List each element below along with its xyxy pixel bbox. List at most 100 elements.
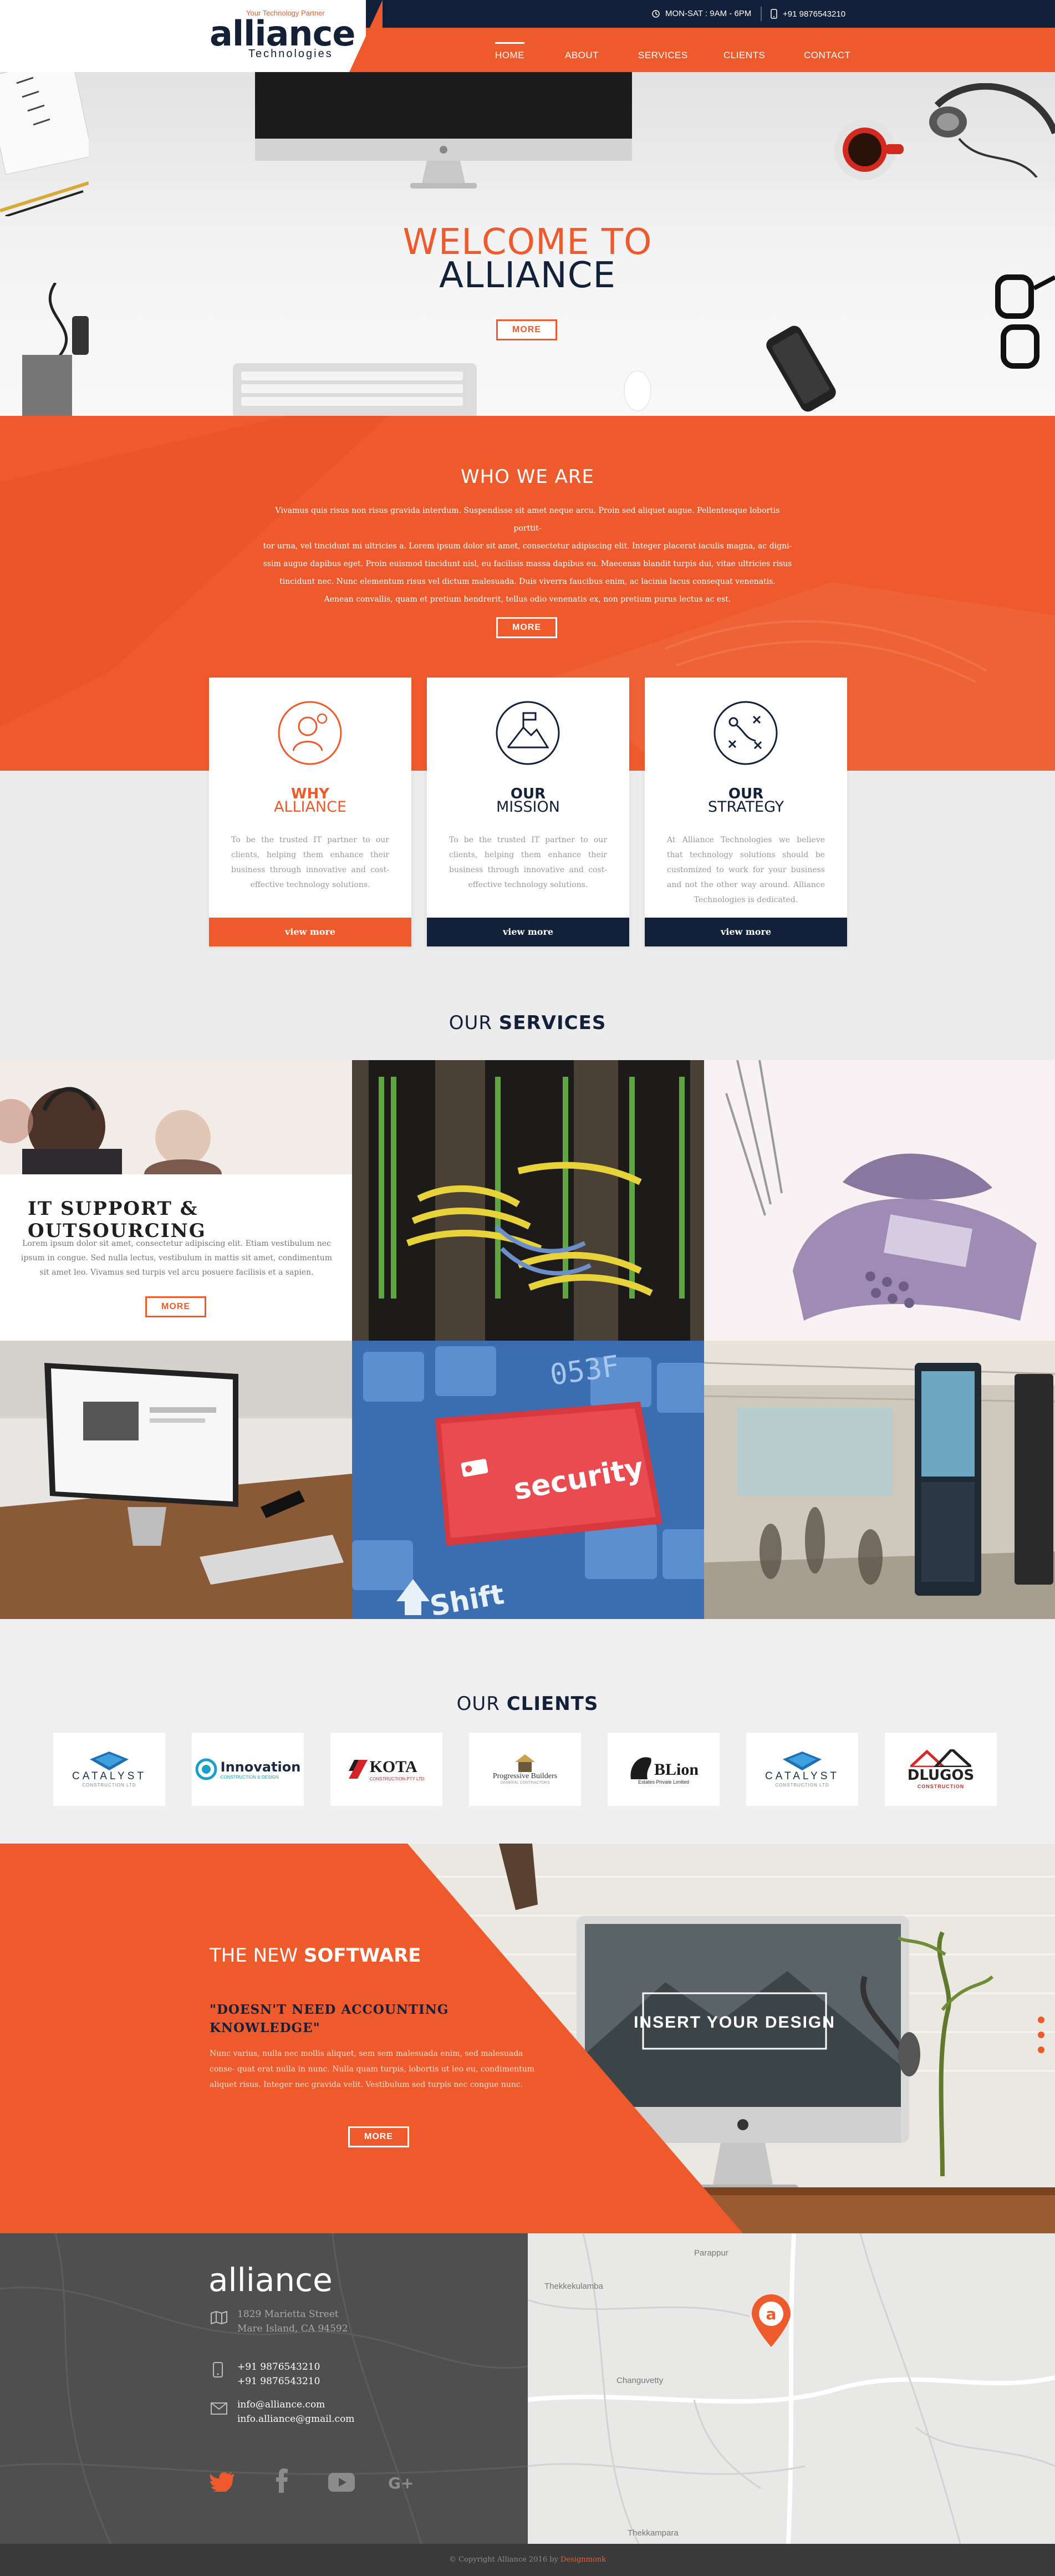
who-paragraph: Vivamus quis risus non risus gravida int… bbox=[263, 506, 792, 604]
nav-home[interactable]: HOME bbox=[495, 42, 524, 61]
person-idea-icon bbox=[277, 700, 343, 766]
clock-icon bbox=[652, 9, 660, 18]
software-title: THE NEW SOFTWARE bbox=[210, 1944, 421, 1967]
card-text: To be the trusted IT partner to our clie… bbox=[449, 836, 607, 889]
innovation-swirl-icon bbox=[195, 1758, 217, 1780]
server-rack-image bbox=[352, 1060, 704, 1341]
client-logo-catalyst[interactable]: CATALYST CONSTRUCTION LTD bbox=[53, 1733, 165, 1806]
card-text: To be the trusted IT partner to our clie… bbox=[231, 836, 389, 889]
catalyst-diamond-icon bbox=[90, 1751, 129, 1770]
service-tile-telephony[interactable] bbox=[704, 1060, 1055, 1341]
client-logo-dlugos[interactable]: DLUGOS CONSTRUCTION bbox=[885, 1733, 997, 1806]
map-image: Parappur Thekkekulamba Changuvetty Thekk… bbox=[528, 2233, 1055, 2544]
catalyst-diamond-icon bbox=[783, 1751, 822, 1770]
card-title-bottom: ALLIANCE bbox=[273, 798, 347, 816]
desk-scene-image: INSERT YOUR DESIGN bbox=[0, 1844, 1055, 2233]
footer-map[interactable]: Parappur Thekkekulamba Changuvetty Thekk… bbox=[528, 2233, 1055, 2544]
footer-phone-icon bbox=[213, 2362, 223, 2378]
nav-services[interactable]: SERVICES bbox=[638, 50, 688, 61]
client-logo-innovation[interactable]: Innovation CONSTRUCTION & DESIGN bbox=[192, 1733, 304, 1806]
clients-title: OUR CLIENTS bbox=[456, 1693, 599, 1715]
card-title-bottom: STRATEGY bbox=[707, 798, 784, 816]
view-more-button[interactable]: view more bbox=[427, 918, 629, 946]
kiosk-image bbox=[704, 1341, 1055, 1619]
headphones-image bbox=[926, 83, 1055, 177]
view-more-button[interactable]: view more bbox=[209, 918, 411, 946]
nav-bar bbox=[366, 28, 1055, 72]
svg-text:INSERT YOUR DESIGN: INSERT YOUR DESIGN bbox=[634, 2013, 835, 2032]
svg-text:Parappur: Parappur bbox=[694, 2248, 728, 2258]
card-our-mission: OUR MISSION To be the trusted IT partner… bbox=[427, 678, 629, 946]
facebook-icon[interactable] bbox=[276, 2468, 288, 2493]
smartphone-image bbox=[760, 322, 843, 416]
client-logo-progressive-builders[interactable]: Progressive Builders GENERAL CONTRACTORS bbox=[469, 1733, 581, 1806]
blion-lion-icon bbox=[630, 1757, 651, 1779]
designer-link[interactable]: Designmonk bbox=[560, 2555, 606, 2564]
service-tile-digital-signage[interactable] bbox=[704, 1341, 1055, 1619]
hero-title-line2: ALLIANCE bbox=[439, 255, 616, 296]
nav-about[interactable]: ABOUT bbox=[565, 50, 599, 61]
desktop-computer-image bbox=[0, 1341, 352, 1619]
header-phone[interactable]: +91 9876543210 bbox=[771, 9, 845, 19]
hours-text: MON-SAT : 9AM - 6PM bbox=[665, 9, 752, 18]
security-keyboard-image: 053F security Shift bbox=[352, 1341, 704, 1619]
hero-more-button[interactable]: MORE bbox=[496, 319, 557, 340]
nav-contact[interactable]: CONTACT bbox=[804, 50, 850, 61]
it-support-text: Lorem ipsum dolor sit amet, consectetur … bbox=[21, 1239, 333, 1277]
mountain-flag-icon bbox=[495, 700, 561, 766]
who-more-button[interactable]: MORE bbox=[496, 617, 557, 638]
it-support-more-button[interactable]: MORE bbox=[145, 1296, 206, 1317]
svg-text:a: a bbox=[766, 2305, 777, 2323]
client-logo-catalyst-2[interactable]: CATALYST CONSTRUCTION LTD bbox=[746, 1733, 858, 1806]
client-logo-blion[interactable]: BLion Estates Private Limited bbox=[608, 1733, 720, 1806]
service-tile-security[interactable]: 053F security Shift bbox=[352, 1341, 704, 1619]
logo[interactable]: Your Technology Partner alliance Technol… bbox=[210, 8, 355, 63]
nav-clients[interactable]: CLIENTS bbox=[723, 50, 765, 61]
service-tile-web[interactable] bbox=[0, 1341, 352, 1619]
new-software-section: INSERT YOUR DESIGN THE NEW SOFTWARE "DOE… bbox=[0, 1844, 1055, 2233]
service-tile-network[interactable] bbox=[352, 1060, 704, 1341]
services-title: OUR SERVICES bbox=[448, 1012, 607, 1034]
google-plus-icon[interactable]: G+ bbox=[388, 2474, 412, 2491]
coffee-cup-image bbox=[832, 116, 909, 183]
footer-logo[interactable]: alliance bbox=[208, 2261, 333, 2299]
footer-emails: info@alliance.com info.alliance@gmail.co… bbox=[237, 2399, 355, 2425]
business-hours: MON-SAT : 9AM - 6PM bbox=[652, 9, 751, 18]
phone-text: +91 9876543210 bbox=[783, 9, 846, 19]
kota-stripes-icon bbox=[348, 1760, 368, 1779]
ip-phone-image bbox=[704, 1060, 1055, 1341]
monitor-image bbox=[255, 72, 632, 189]
keyboard-image bbox=[233, 358, 477, 416]
mouse-image bbox=[621, 369, 654, 413]
svg-text:Thekkekulamba: Thekkekulamba bbox=[544, 2282, 604, 2291]
progressive-house-icon bbox=[514, 1754, 535, 1772]
card-why-alliance: WHY ALLIANCE To be the trusted IT partne… bbox=[209, 678, 411, 946]
svg-text:G+: G+ bbox=[388, 2474, 412, 2491]
site-footer: Parappur Thekkekulamba Changuvetty Thekk… bbox=[0, 2233, 1055, 2576]
youtube-icon[interactable] bbox=[328, 2473, 355, 2492]
map-pin-icon: a bbox=[752, 2294, 791, 2347]
svg-text:Thekkampara: Thekkampara bbox=[628, 2528, 679, 2538]
software-quote: "DOESN'T NEED ACCOUNTING KNOWLEDGE" bbox=[210, 2002, 449, 2035]
strategy-play-icon bbox=[712, 700, 779, 766]
usb-cable-image bbox=[22, 283, 133, 416]
card-title-bottom: MISSION bbox=[496, 798, 560, 816]
software-text: Nunc varius, nulla nec mollis aliquet, s… bbox=[210, 2049, 535, 2089]
it-support-title: IT SUPPORT & OUTSOURCING bbox=[28, 1198, 206, 1242]
call-center-image bbox=[0, 1060, 352, 1174]
footer-address: 1829 Marietta Street Mare Island, CA 945… bbox=[237, 2309, 348, 2334]
who-title: WHO WE ARE bbox=[460, 466, 595, 488]
logo-subtitle: Technologies bbox=[248, 48, 333, 60]
mobile-phone-icon bbox=[771, 9, 777, 19]
twitter-icon[interactable] bbox=[210, 2472, 234, 2492]
site-header: Your Technology Partner alliance Technol… bbox=[0, 0, 1055, 72]
svg-text:Changuvetty: Changuvetty bbox=[616, 2376, 664, 2385]
view-more-button[interactable]: view more bbox=[645, 918, 847, 946]
map-icon bbox=[211, 2311, 227, 2324]
notebook-image bbox=[0, 72, 89, 216]
it-support-panel: IT SUPPORT & OUTSOURCING Lorem ipsum dol… bbox=[0, 1174, 352, 1341]
mail-icon bbox=[211, 2402, 227, 2415]
client-logo-kota[interactable]: KOTA CONSTRUCTION PTY LTD bbox=[330, 1733, 442, 1806]
copyright-bar: © Copyright Alliance 2016 by Designmonk bbox=[0, 2544, 1055, 2576]
software-more-button[interactable]: MORE bbox=[348, 2126, 409, 2147]
